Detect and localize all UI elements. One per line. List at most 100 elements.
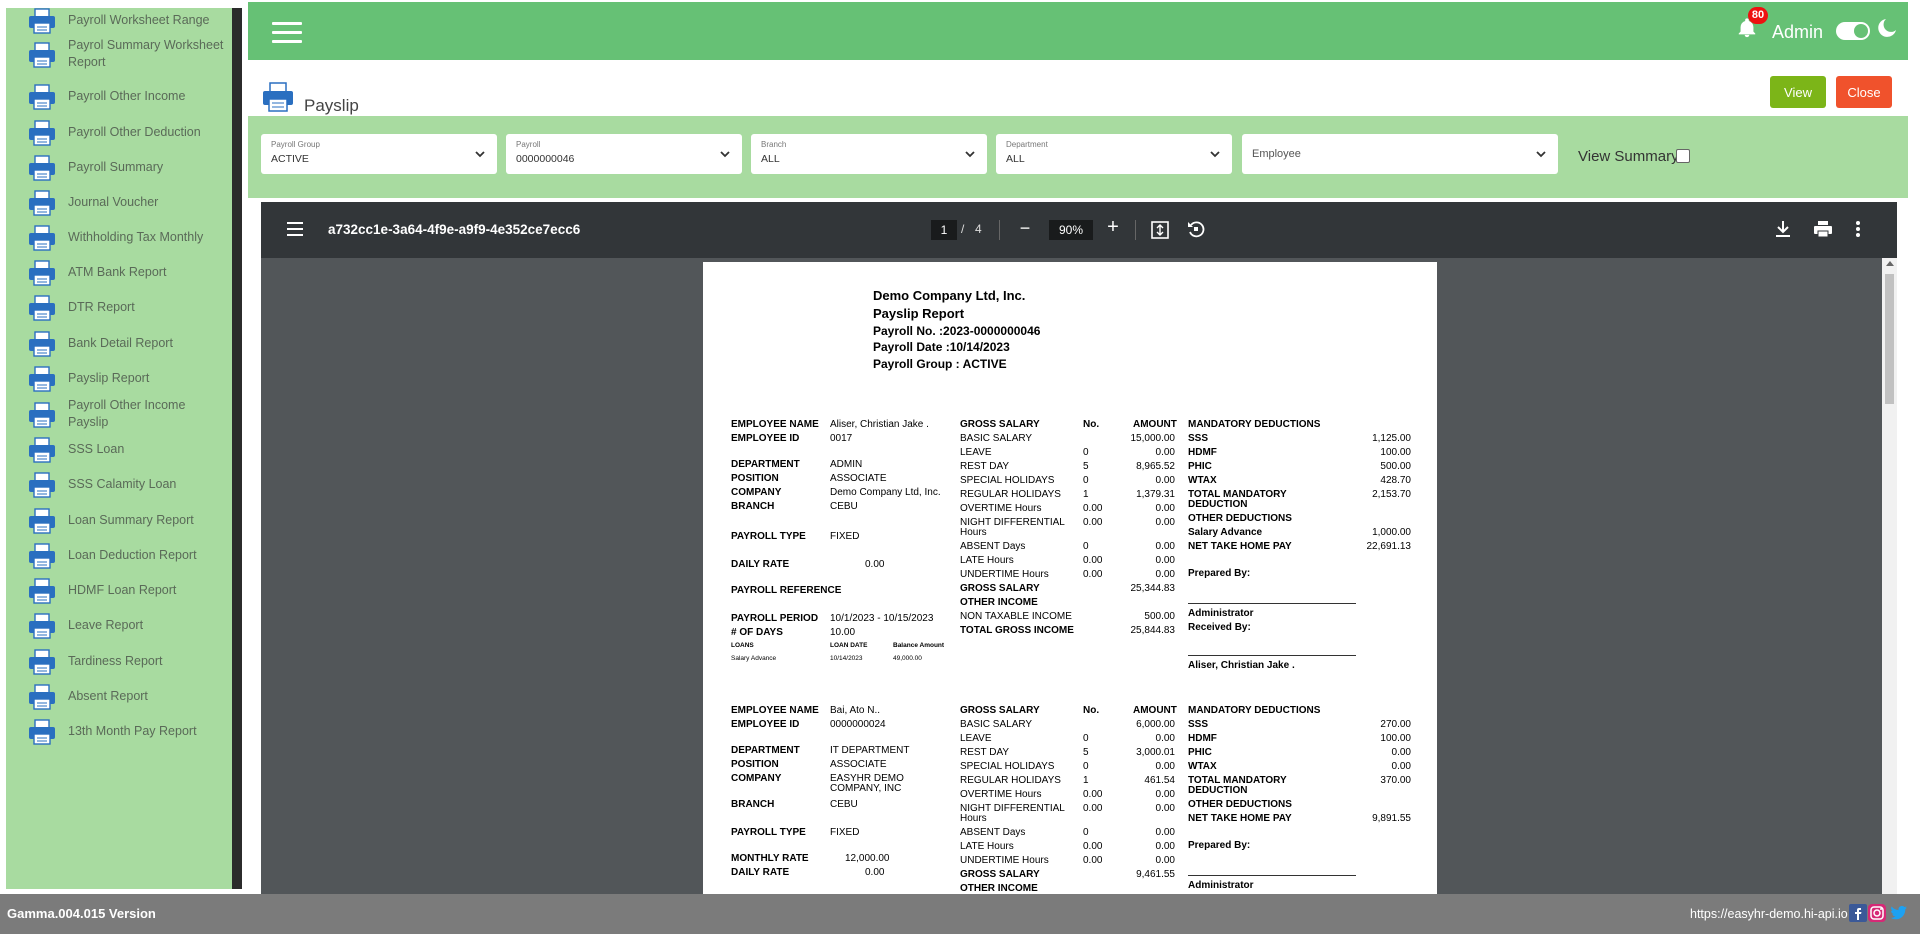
- main-content: 80 Admin Payslip View Close Payroll Grou…: [246, 0, 1920, 894]
- printer-icon: [29, 225, 55, 251]
- employee-daily-rate: 0.00: [865, 559, 885, 570]
- label-loan-date: LOAN DATE: [830, 642, 868, 649]
- pdf-scrollbar[interactable]: [1882, 258, 1897, 894]
- sidebar-item[interactable]: Loan Deduction Report: [6, 539, 232, 571]
- total-mandatory-amount: 370.00: [1380, 775, 1411, 786]
- label-salary-advance: Salary Advance: [1188, 527, 1263, 538]
- printer-icon: [29, 260, 55, 286]
- sidebar-item[interactable]: Payrol Summary Worksheet Report: [6, 38, 232, 70]
- printer-icon: [29, 331, 55, 357]
- special-holidays-amount: 0.00: [1155, 475, 1175, 486]
- label-special-holidays: SPECIAL HOLIDAYS: [960, 761, 1055, 772]
- report-payroll-group: Payroll Group : ACTIVE: [873, 357, 1007, 371]
- label-loans: LOANS: [731, 642, 754, 649]
- rotate-icon[interactable]: [1187, 220, 1205, 238]
- footer-url[interactable]: https://easyhr-demo.hi-api.io: [1690, 907, 1848, 921]
- pdf-menu-icon[interactable]: [287, 222, 303, 236]
- payroll-group-select[interactable]: Payroll Group ACTIVE: [261, 134, 497, 174]
- user-name[interactable]: Admin: [1772, 22, 1823, 43]
- printer-icon: [29, 543, 55, 569]
- absent-no: 0: [1083, 541, 1089, 552]
- view-summary-checkbox[interactable]: [1676, 149, 1690, 163]
- theme-toggle[interactable]: [1836, 22, 1870, 40]
- sidebar-item[interactable]: Leave Report: [6, 609, 232, 641]
- printer-icon: [29, 578, 55, 604]
- fit-page-icon[interactable]: [1151, 221, 1169, 239]
- sidebar-item[interactable]: Payroll Other Deduction: [6, 116, 232, 148]
- department-value: ALL: [1006, 153, 1025, 165]
- sidebar-item[interactable]: Withholding Tax Monthly: [6, 221, 232, 253]
- label-daily-rate: DAILY RATE: [731, 559, 790, 570]
- label-special-holidays: SPECIAL HOLIDAYS: [960, 475, 1055, 486]
- print-icon[interactable]: [1813, 220, 1833, 238]
- label-position: POSITION: [731, 473, 779, 484]
- branch-select[interactable]: Branch ALL: [751, 134, 987, 174]
- close-button[interactable]: Close: [1836, 76, 1892, 108]
- menu-toggle-icon[interactable]: [272, 22, 302, 44]
- payroll-select[interactable]: Payroll 0000000046: [506, 134, 742, 174]
- sidebar-item-label: Payroll Other Income: [68, 89, 186, 103]
- sidebar-item[interactable]: SSS Loan: [6, 433, 232, 465]
- sidebar-item[interactable]: Bank Detail Report: [6, 327, 232, 359]
- sidebar-item-label: ATM Bank Report: [68, 265, 167, 279]
- label-sss: SSS: [1188, 433, 1209, 444]
- sidebar-item[interactable]: Payroll Summary: [6, 151, 232, 183]
- chevron-down-icon: [1210, 151, 1220, 158]
- printer-icon: [29, 613, 55, 639]
- label-branch: BRANCH: [731, 799, 775, 810]
- employee-position: ASSOCIATE: [830, 473, 887, 484]
- sidebar-item[interactable]: Payroll Worksheet Range: [6, 8, 232, 36]
- label-late-hours: LATE Hours: [960, 555, 1014, 566]
- sidebar-item[interactable]: 13th Month Pay Report: [6, 715, 232, 747]
- regular-holidays-no: 1: [1083, 489, 1089, 500]
- gross-salary-total: 25,344.83: [1130, 583, 1176, 594]
- zoom-level[interactable]: 90%: [1049, 220, 1093, 240]
- sidebar-item[interactable]: Loan Summary Report: [6, 504, 232, 536]
- chevron-down-icon: [965, 151, 975, 158]
- sidebar-item[interactable]: Payslip Report: [6, 362, 232, 394]
- phic-amount: 500.00: [1380, 461, 1411, 472]
- zoom-out-button[interactable]: −: [1015, 218, 1035, 240]
- scroll-up-arrow[interactable]: [1886, 261, 1894, 266]
- night-diff-amount: 0.00: [1155, 517, 1175, 528]
- more-options-icon[interactable]: [1855, 220, 1861, 238]
- label-deduction: DEDUCTION: [1188, 785, 1248, 796]
- view-button[interactable]: View: [1770, 76, 1826, 108]
- sidebar-item[interactable]: DTR Report: [6, 291, 232, 323]
- facebook-icon[interactable]: [1849, 904, 1867, 922]
- printer-icon: [263, 82, 293, 112]
- instagram-icon[interactable]: [1868, 904, 1886, 922]
- regular-holidays-amount: 1,379.31: [1136, 489, 1175, 500]
- employee-department: IT DEPARTMENT: [830, 745, 910, 756]
- zoom-in-button[interactable]: +: [1103, 216, 1123, 238]
- employee-payroll-type: FIXED: [830, 827, 860, 838]
- label-other-income: OTHER INCOME: [960, 883, 1038, 894]
- employee-name: Aliser, Christian Jake .: [830, 419, 929, 430]
- sidebar-item[interactable]: Absent Report: [6, 680, 232, 712]
- pdf-scroll-thumb[interactable]: [1885, 274, 1894, 404]
- sss-amount: 1,125.00: [1372, 433, 1411, 444]
- label-prepared-by: Prepared By:: [1188, 568, 1251, 579]
- sidebar-item-label: Payroll Summary: [68, 160, 164, 174]
- pdf-page-input[interactable]: 1: [931, 220, 957, 240]
- total-gross-income: 25,844.83: [1130, 625, 1176, 636]
- sidebar-item[interactable]: Payroll Other Income: [6, 80, 232, 112]
- sidebar-item[interactable]: ATM Bank Report: [6, 256, 232, 288]
- sidebar-scrollbar[interactable]: [232, 8, 242, 889]
- department-select[interactable]: Department ALL: [996, 134, 1232, 174]
- overtime-no: 0.00: [1083, 503, 1103, 514]
- sidebar-item[interactable]: SSS Calamity Loan: [6, 468, 232, 500]
- absent-amount: 0.00: [1155, 541, 1175, 552]
- sidebar-item[interactable]: Payroll Other Income Payslip: [6, 398, 232, 430]
- label-mandatory-deductions: MANDATORY DEDUCTIONS: [1188, 705, 1321, 716]
- sidebar-item[interactable]: HDMF Loan Report: [6, 574, 232, 606]
- twitter-icon[interactable]: [1890, 904, 1908, 922]
- employee-select[interactable]: Employee: [1242, 134, 1558, 174]
- employee-placeholder: Employee: [1252, 148, 1301, 160]
- label-phic: PHIC: [1188, 747, 1212, 758]
- printer-icon: [29, 120, 55, 146]
- sidebar-item[interactable]: Journal Voucher: [6, 186, 232, 218]
- sidebar-item[interactable]: Tardiness Report: [6, 645, 232, 677]
- download-icon[interactable]: [1775, 220, 1791, 238]
- prepared-by-name: Administrator: [1188, 880, 1254, 891]
